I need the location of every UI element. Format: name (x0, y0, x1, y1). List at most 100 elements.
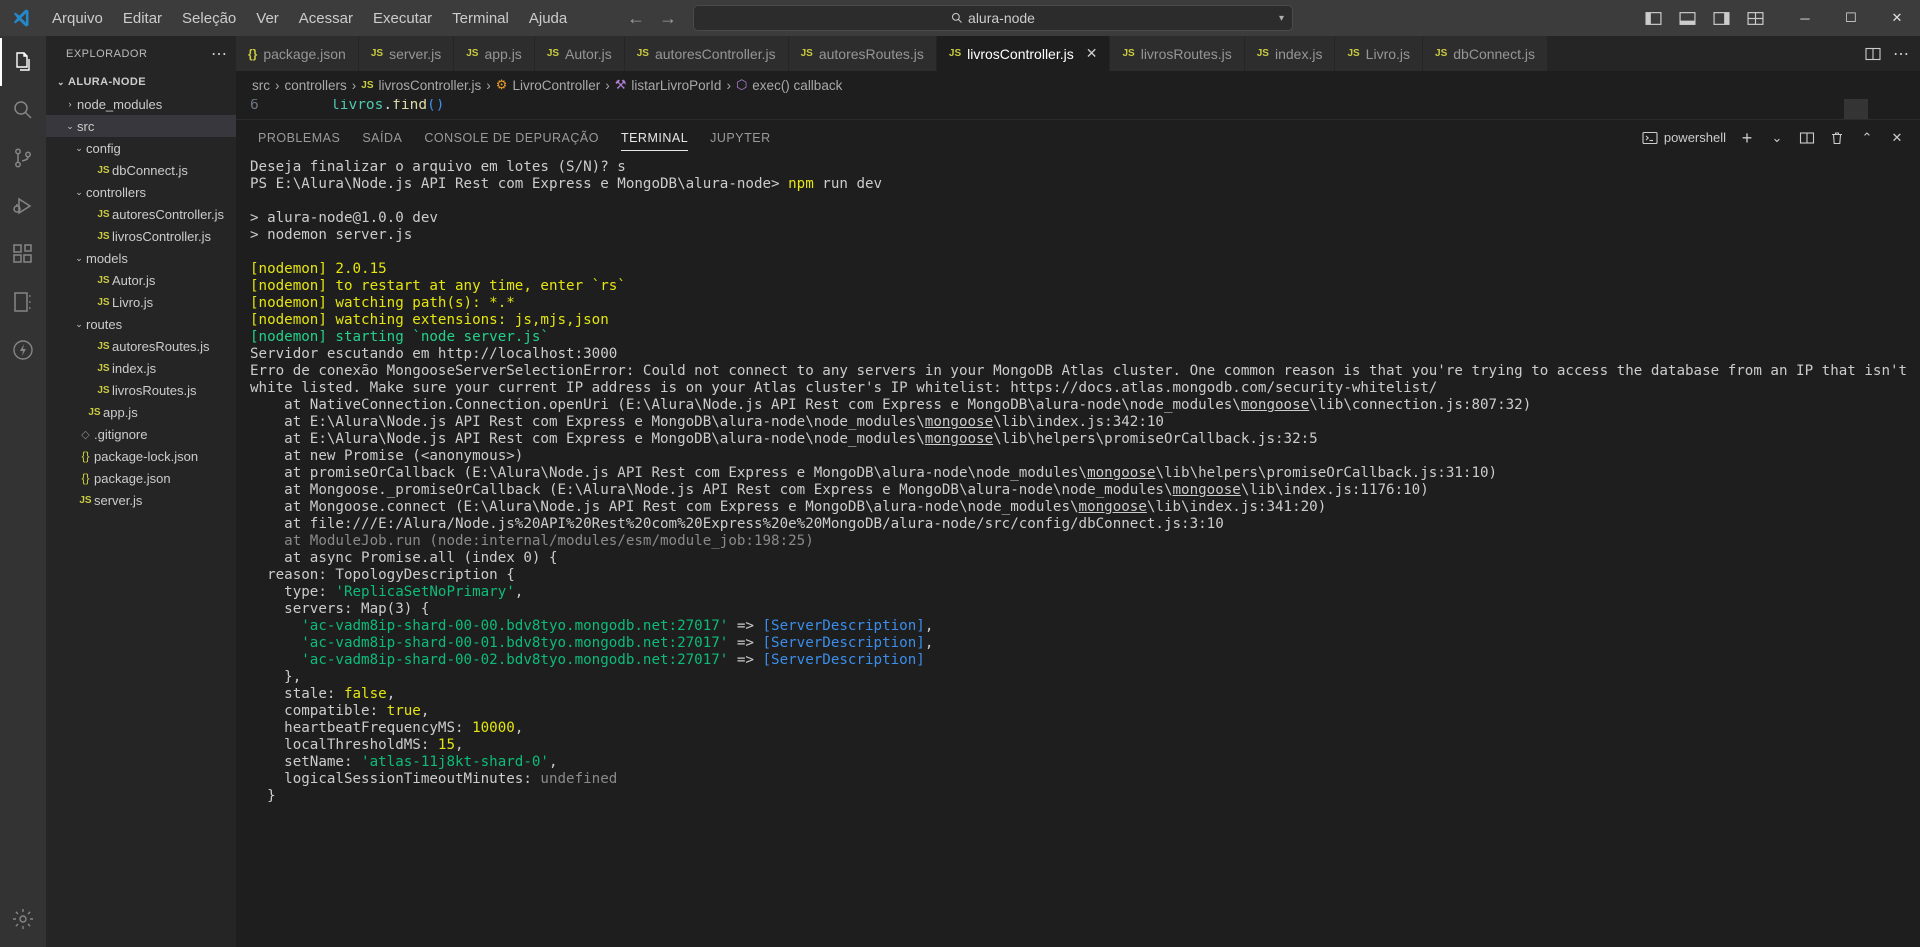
chevron-down-icon[interactable]: ⌄ (72, 143, 86, 154)
tree-item-package-lock-json[interactable]: {} package-lock.json (46, 445, 236, 467)
kill-terminal-button[interactable] (1824, 125, 1850, 151)
editor-tab-livro-js[interactable]: JS Livro.js (1335, 36, 1424, 71)
editor-tab-app-js[interactable]: JS app.js (454, 36, 535, 71)
toggle-panel-icon[interactable] (1670, 0, 1704, 36)
editor-scrollbar[interactable] (1906, 99, 1920, 119)
terminal-line: 'ac-vadm8ip-shard-00-00.bdv8tyo.mongodb.… (250, 618, 1920, 635)
tree-item-dbconnect-js[interactable]: JS dbConnect.js (46, 159, 236, 181)
breadcrumb: src › controllers › JS livrosController.js › ⚙ L… (236, 71, 1920, 99)
editor-tab-server-js[interactable]: JS server.js (358, 36, 455, 71)
quick-search-input[interactable]: alura-node ▾ (693, 5, 1293, 31)
tree-item-livro-js[interactable]: JS Livro.js (46, 291, 236, 313)
tree-item-label: package.json (94, 470, 171, 486)
split-terminal-button[interactable] (1794, 125, 1820, 151)
split-editor-icon[interactable] (1865, 46, 1881, 62)
breadcrumb-item-controllers[interactable]: controllers (285, 78, 347, 93)
arrow-left-icon[interactable]: ← (627, 9, 645, 27)
terminal-text: 'atlas-11j8kt-shard-0' (361, 754, 549, 770)
terminal-text: at E:\Alura\Node.js API Rest com Express… (250, 431, 925, 447)
editor-tab-livrosroutes-js[interactable]: JS livrosRoutes.js (1110, 36, 1245, 71)
panel-tab-jupyter[interactable]: JUPYTER (710, 120, 770, 155)
activity-manage-settings[interactable] (0, 895, 46, 943)
terminal-text: reason: TopologyDescription { (250, 567, 515, 583)
panel-tab-problemas[interactable]: PROBLEMAS (258, 120, 340, 155)
editor-tab-autoresroutes-js[interactable]: JS autoresRoutes.js (788, 36, 937, 71)
tree-item-controllers[interactable]: ⌄ controllers (46, 181, 236, 203)
activity-source-control[interactable] (0, 134, 46, 182)
editor-tab-livroscontroller-js[interactable]: JS livrosController.js ✕ (936, 36, 1111, 71)
menu-selecao[interactable]: Seleção (172, 0, 246, 36)
activity-explorer[interactable] (0, 38, 46, 86)
window-maximize-button[interactable]: ☐ (1828, 0, 1874, 36)
breadcrumb-item-src[interactable]: src (252, 78, 270, 93)
activity-search[interactable] (0, 86, 46, 134)
menu-arquivo[interactable]: Arquivo (42, 0, 113, 36)
breadcrumb-item-listarlivroporid[interactable]: ⚒ listarLivroPorId (615, 77, 722, 93)
terminal-output[interactable]: Deseja finalizar o arquivo em lotes (S/N… (236, 155, 1920, 947)
editor-tab-package-json[interactable]: {} package.json (236, 36, 359, 71)
terminal-text: 'ac-vadm8ip-shard-00-02.bdv8tyo.mongodb.… (301, 652, 729, 668)
activity-jupyter[interactable] (0, 278, 46, 326)
chevron-down-icon[interactable]: ▾ (1279, 13, 1284, 24)
tree-item-alura-node[interactable]: ⌄ ALURA-NODE (46, 71, 236, 93)
editor-tab-autor-js[interactable]: JS Autor.js (534, 36, 625, 71)
tree-item-models[interactable]: ⌄ models (46, 247, 236, 269)
close-icon[interactable]: ✕ (1086, 45, 1098, 62)
tree-item-index-js[interactable]: JS index.js (46, 357, 236, 379)
panel-tab-console-de-depura-o[interactable]: CONSOLE DE DEPURAÇÃO (424, 120, 599, 155)
editor-tab-dbconnect-js[interactable]: JS dbConnect.js (1423, 36, 1548, 71)
terminal-shell-chip[interactable]: powershell (1638, 125, 1730, 151)
maximize-panel-button[interactable]: ⌃ (1854, 125, 1880, 151)
breadcrumb-item-livroscontroller-js[interactable]: JS livrosController.js (361, 78, 481, 93)
tree-item-livrosroutes-js[interactable]: JS livrosRoutes.js (46, 379, 236, 401)
activity-run-and-debug[interactable] (0, 182, 46, 230)
chevron-down-icon[interactable]: ⌄ (72, 253, 86, 264)
window-minimize-button[interactable]: ─ (1782, 0, 1828, 36)
terminal-text: \lib\helpers\promiseOrCallback.js:32:5 (993, 431, 1318, 447)
menu-ver[interactable]: Ver (246, 0, 289, 36)
editor-tab-index-js[interactable]: JS index.js (1244, 36, 1336, 71)
menu-ajuda[interactable]: Ajuda (519, 0, 577, 36)
tree-item-node-modules[interactable]: › node_modules (46, 93, 236, 115)
tree-item-src[interactable]: ⌄ src (46, 115, 236, 137)
tree-item-label: livrosController.js (112, 228, 211, 244)
menu-editar[interactable]: Editar (113, 0, 172, 36)
arrow-right-icon[interactable]: → (659, 9, 677, 27)
new-terminal-button[interactable]: + (1734, 125, 1760, 151)
explorer-more-actions-icon[interactable]: ⋯ (211, 44, 228, 64)
tree-item-package-json[interactable]: {} package.json (46, 467, 236, 489)
terminal-picker-button[interactable]: ⌄ (1764, 125, 1790, 151)
editor-more-actions-icon[interactable]: ⋯ (1893, 44, 1910, 64)
tree-item-config[interactable]: ⌄ config (46, 137, 236, 159)
breadcrumb-item-exec-callback[interactable]: ⬡ exec() callback (736, 77, 842, 93)
editor-minimap[interactable] (1844, 99, 1904, 119)
tree-item-routes[interactable]: ⌄ routes (46, 313, 236, 335)
chevron-down-icon[interactable]: ⌄ (63, 121, 77, 132)
tree-item--gitignore[interactable]: ◇ .gitignore (46, 423, 236, 445)
tree-item-livroscontroller-js[interactable]: JS livrosController.js (46, 225, 236, 247)
editor-tab-label: autoresController.js (654, 45, 776, 62)
chevron-down-icon[interactable]: ⌄ (54, 77, 68, 88)
close-panel-button[interactable]: ✕ (1884, 125, 1910, 151)
toggle-primary-sidebar-icon[interactable] (1636, 0, 1670, 36)
customize-layout-icon[interactable] (1738, 0, 1772, 36)
toggle-secondary-sidebar-icon[interactable] (1704, 0, 1738, 36)
tree-item-autor-js[interactable]: JS Autor.js (46, 269, 236, 291)
chevron-down-icon[interactable]: ⌄ (72, 187, 86, 198)
tree-item-server-js[interactable]: JS server.js (46, 489, 236, 511)
activity-extensions[interactable] (0, 230, 46, 278)
chevron-right-icon[interactable]: › (63, 99, 77, 109)
menu-executar[interactable]: Executar (363, 0, 442, 36)
tree-item-app-js[interactable]: JS app.js (46, 401, 236, 423)
activity-thunder-client[interactable] (0, 326, 46, 374)
chevron-down-icon[interactable]: ⌄ (72, 319, 86, 330)
panel-tab-terminal[interactable]: TERMINAL (620, 120, 689, 155)
menu-acessar[interactable]: Acessar (289, 0, 363, 36)
panel-tab-sa-da[interactable]: SAÍDA (362, 120, 402, 155)
breadcrumb-item-livrocontroller[interactable]: ⚙ LivroController (496, 77, 600, 93)
window-close-button[interactable]: ✕ (1874, 0, 1920, 36)
editor-tab-autorescontroller-js[interactable]: JS autoresController.js (624, 36, 789, 71)
menu-terminal[interactable]: Terminal (442, 0, 519, 36)
tree-item-autoresroutes-js[interactable]: JS autoresRoutes.js (46, 335, 236, 357)
tree-item-autorescontroller-js[interactable]: JS autoresController.js (46, 203, 236, 225)
